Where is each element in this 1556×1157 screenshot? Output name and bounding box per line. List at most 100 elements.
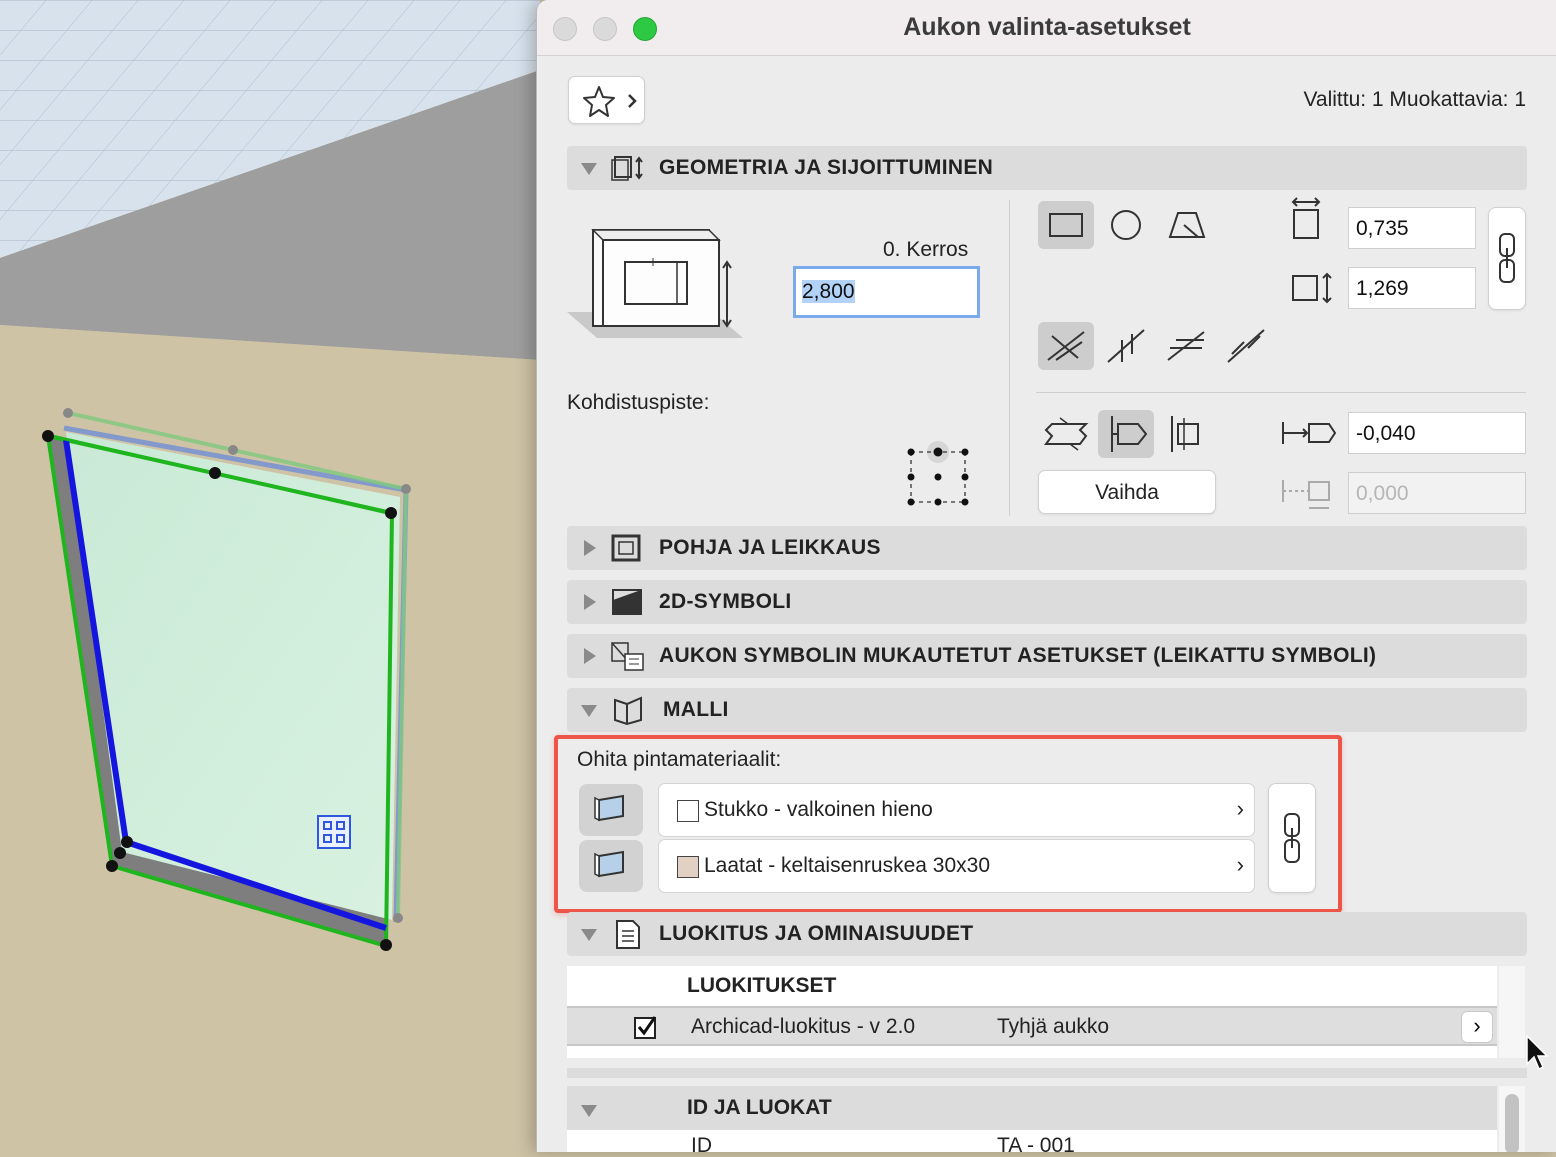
id-label: ID [691,1134,712,1152]
flip-button[interactable]: Vaihda [1038,470,1216,514]
link-chain-icon [1499,233,1515,283]
section-2d-symbol[interactable]: 2D-SYMBOLI [567,580,1527,624]
surface-swatch [677,856,699,878]
custom-settings-icon [611,642,644,671]
hotspot-icon [317,815,351,849]
title-bar[interactable]: Aukon valinta-asetukset [537,0,1556,56]
orientation-button-3[interactable] [1158,322,1214,370]
triangle-down-icon [581,163,597,175]
classification-value: Tyhjä aukko [997,1015,1110,1038]
section-geometry[interactable]: GEOMETRIA JA SIJOITTUMINEN [567,146,1527,190]
surface-selector-2[interactable]: Laatat - keltaisenruskea 30x30 › [658,839,1255,893]
wall-center-icon [1044,417,1089,451]
story-label: 0. Kerros [883,238,969,261]
surface-override-toggle-2[interactable] [579,840,643,892]
floor-plan-icon [611,534,641,562]
triangle-down-icon [581,705,597,717]
section-floor-plan[interactable]: POHJA JA LEIKKAUS [567,526,1527,570]
elevation-diagram-icon [567,229,743,338]
offset-disabled-icon [1282,480,1330,509]
section-floor-plan-label: POHJA JA LEIKKAUS [659,536,881,559]
anchor-point-label: Kohdistuspiste: [567,391,710,414]
id-row[interactable]: ID TA - 001 [567,1130,1497,1152]
circle-shape-button[interactable] [1098,201,1154,249]
custom-shape-icon [1168,212,1206,238]
separator [567,1068,1527,1078]
horizontal-divider [1036,392,1526,393]
polygon-shape-button[interactable] [1158,201,1214,249]
favorites-button[interactable] [568,76,645,124]
triangle-right-icon [584,594,596,610]
wall-anchor-button-1[interactable] [1038,410,1094,458]
classification-system: Archicad-luokitus - v 2.0 [691,1015,916,1038]
id-value: TA - 001 [997,1134,1075,1152]
geometry-icon [611,156,643,181]
surface-face-icon [594,794,624,822]
section-geometry-label: GEOMETRIA JA SIJOITTUMINEN [659,156,994,179]
id-categories-header: ID JA LUOKAT [687,1096,832,1119]
scrollbar-thumb[interactable] [1505,1094,1519,1152]
surface-swatch [677,800,699,822]
surface-name: Stukko - valkoinen hieno [704,798,933,821]
id-categories-panel: ID JA LUOKAT ID TA - 001 [567,1086,1497,1152]
offset-icon [1282,422,1337,444]
width-icon [1291,197,1321,239]
link-chain-icon [1284,813,1300,863]
triangle-down-icon [581,929,597,941]
elevation-input[interactable]: 2,800 [793,266,980,318]
chevron-right-icon: › [1236,796,1244,821]
document-icon [616,920,640,949]
orientation-button-4[interactable] [1218,322,1274,370]
checkbox-checked-icon[interactable] [633,1015,659,1041]
triangle-right-icon [584,540,596,556]
orientation-button-1[interactable] [1038,322,1094,370]
triangle-down-icon [581,1105,597,1117]
wall-face-icon [1111,416,1148,452]
offset-secondary-input: 0,000 [1348,472,1526,514]
circle-icon [1111,210,1141,240]
height-input[interactable]: 1,269 [1348,267,1476,309]
wall-side-icon [1171,416,1199,452]
rectangle-shape-button[interactable] [1038,201,1094,249]
section-classification-label: LUOKITUS JA OMINAISUUDET [659,922,974,945]
reveal-orientation-icon [1047,331,1085,361]
id-scrollbar[interactable] [1499,1086,1525,1152]
mouse-pointer-icon [1526,1034,1549,1071]
orientation-button-2[interactable] [1098,322,1154,370]
section-2d-symbol-label: 2D-SYMBOLI [659,590,792,613]
surface-name: Laatat - keltaisenruskea 30x30 [704,854,991,877]
section-custom-settings[interactable]: AUKON SYMBOLIN MUKAUTETUT ASETUKSET (LEI… [567,634,1527,678]
vertical-divider [1009,200,1010,516]
classification-chevron-button[interactable]: › [1461,1011,1493,1043]
reveal-orientation-icon [1227,329,1265,363]
surface-override-toggle-1[interactable] [579,784,643,836]
triangle-right-icon [584,648,596,664]
link-surfaces-button[interactable] [1268,783,1316,893]
opening-selection-settings-dialog: Aukon valinta-asetukset Valittu: 1 Muoka… [536,0,1556,1152]
anchor-point-grid-icon[interactable] [903,437,973,507]
selection-count: Valittu: 1 Muokattavia: 1 [1303,88,1526,111]
section-model[interactable]: MALLI [567,688,1527,732]
surface-face-icon [594,850,624,878]
section-custom-settings-label: AUKON SYMBOLIN MUKAUTETUT ASETUKSET (LEI… [659,644,1377,667]
classifications-header: LUOKITUKSET [687,974,837,997]
reveal-orientation-icon [1167,331,1205,361]
override-surfaces-label: Ohita pintamateriaalit: [577,748,782,771]
surface-selector-1[interactable]: Stukko - valkoinen hieno › [658,783,1255,837]
wall-anchor-button-3[interactable] [1158,410,1214,458]
height-icon [1292,272,1332,304]
dialog-title: Aukon valinta-asetukset [903,13,1191,41]
model-icon [614,696,642,726]
symbol-2d-icon [612,589,642,615]
wall-anchor-button-2[interactable] [1098,410,1154,458]
reveal-orientation-icon [1107,329,1145,363]
section-classification[interactable]: LUOKITUS JA OMINAISUUDET [567,912,1527,956]
link-size-button[interactable] [1488,207,1526,310]
chevron-right-icon: › [1236,852,1244,877]
section-model-label: MALLI [663,698,729,721]
classification-row[interactable]: Archicad-luokitus - v 2.0 Tyhjä aukko › [567,1006,1497,1046]
offset-input[interactable]: -0,040 [1348,412,1526,454]
width-input[interactable]: 0,735 [1348,207,1476,249]
star-icon [583,86,637,117]
rectangle-icon [1049,213,1083,237]
